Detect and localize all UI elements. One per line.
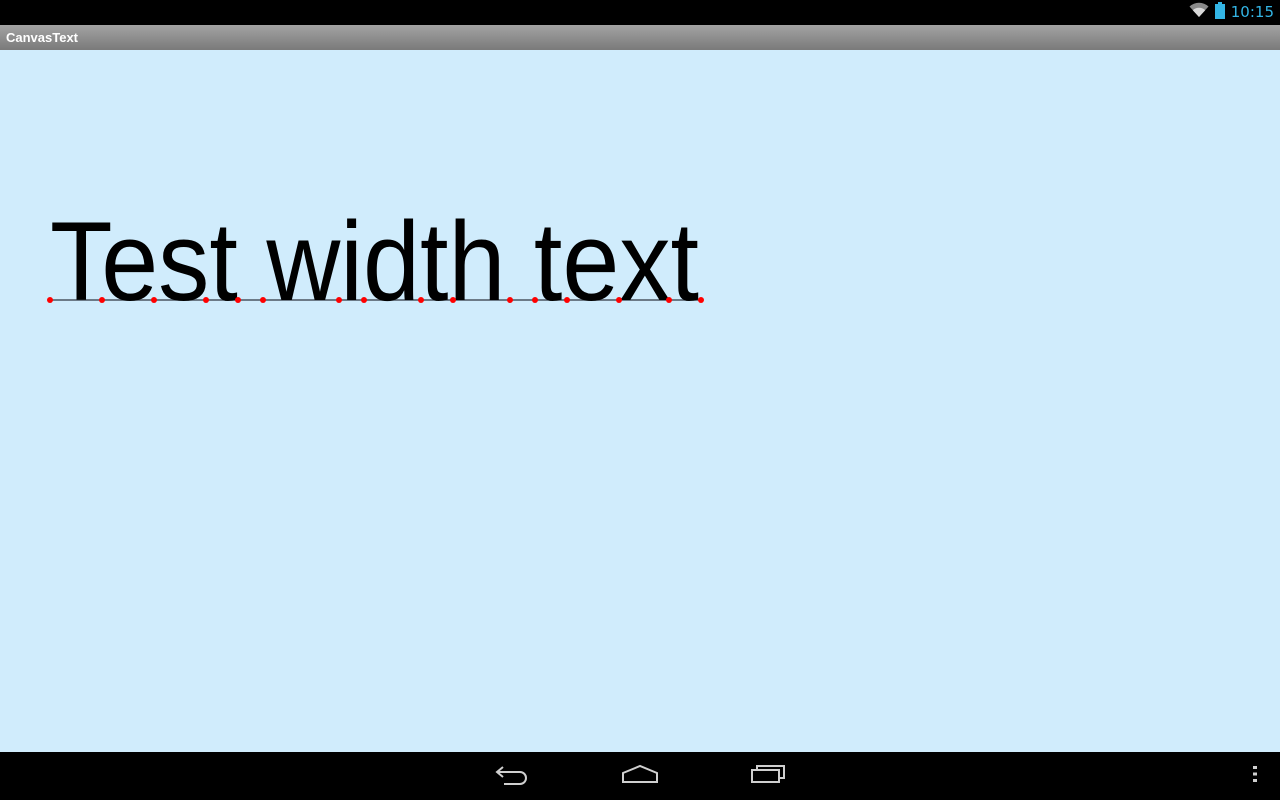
wifi-icon (1189, 2, 1209, 23)
char-boundary-marker (151, 297, 157, 303)
status-icons: 10:15 (1189, 0, 1274, 25)
char-boundary-marker (235, 297, 241, 303)
char-boundary-marker (361, 297, 367, 303)
char-boundary-marker (532, 297, 538, 303)
char-boundary-marker (99, 297, 105, 303)
recent-apps-button[interactable] (728, 752, 808, 800)
char-boundary-marker (47, 297, 53, 303)
char-boundary-marker (450, 297, 456, 303)
back-icon (494, 763, 530, 790)
char-boundary-marker (260, 297, 266, 303)
canvas-view: Test width text (0, 50, 1280, 752)
char-boundary-marker (698, 297, 704, 303)
title-bar: CanvasText (0, 25, 1280, 50)
canvas-text: Test width text (50, 199, 699, 324)
canvas-drawing: Test width text (47, 199, 704, 324)
battery-icon (1214, 1, 1225, 24)
char-boundary-marker (336, 297, 342, 303)
char-boundary-marker (418, 297, 424, 303)
status-time: 10:15 (1230, 3, 1274, 21)
recent-apps-icon (750, 764, 786, 789)
char-boundary-marker (616, 297, 622, 303)
char-boundary-marker (666, 297, 672, 303)
status-bar: 10:15 (0, 0, 1280, 25)
back-button[interactable] (472, 752, 552, 800)
home-button[interactable] (600, 752, 680, 800)
char-boundary-marker (203, 297, 209, 303)
char-boundary-marker (564, 297, 570, 303)
overflow-menu-icon (1252, 765, 1258, 788)
app-title: CanvasText (6, 30, 79, 45)
navigation-bar (0, 752, 1280, 800)
char-boundary-marker (507, 297, 513, 303)
home-icon (621, 764, 659, 789)
overflow-menu-button[interactable] (1230, 752, 1280, 800)
